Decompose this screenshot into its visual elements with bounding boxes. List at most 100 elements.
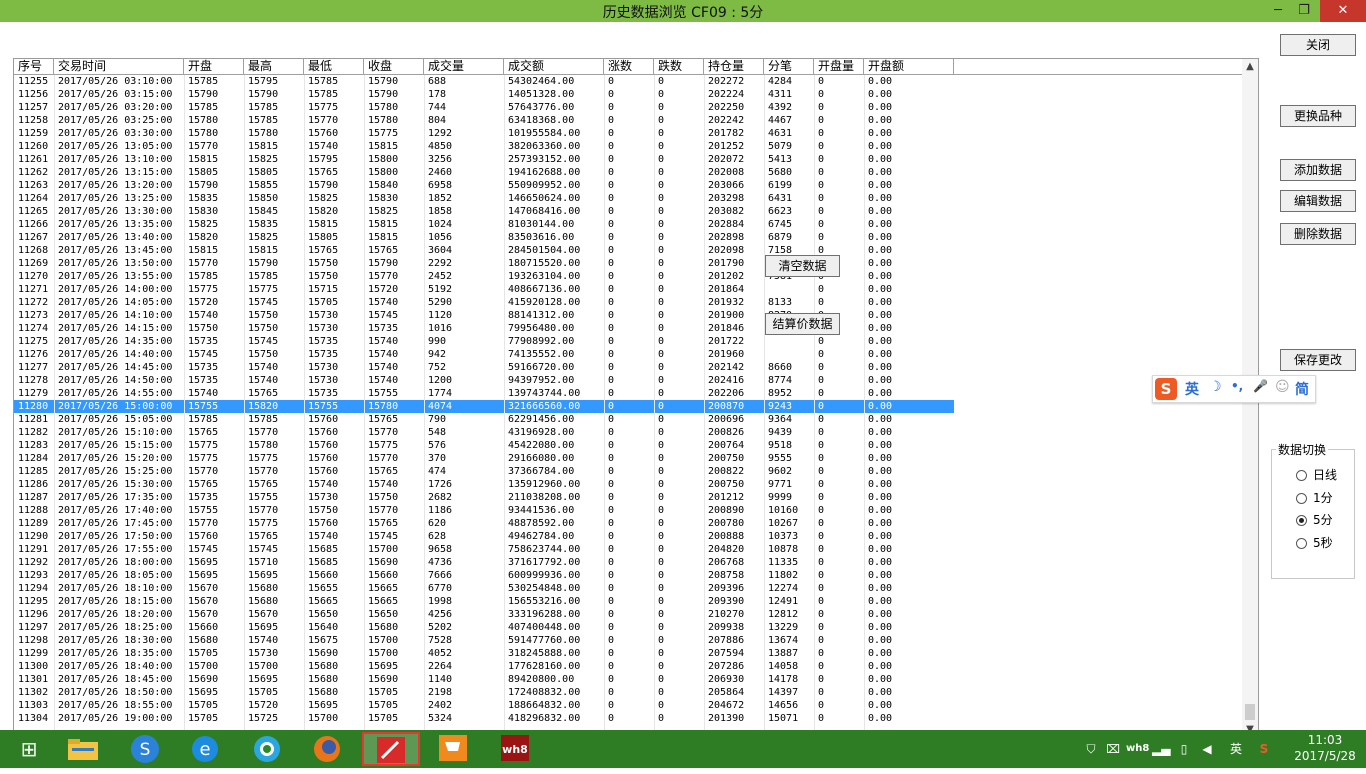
col-close-header[interactable]: 收盘 — [364, 59, 424, 74]
signal-icon[interactable]: ▂▄ — [1152, 730, 1170, 768]
battery-icon[interactable]: ▯ — [1176, 730, 1192, 768]
delete-data-button[interactable]: 删除数据 — [1280, 223, 1356, 245]
table-row[interactable]: 11261 2017/05/26 13:10:00 15815 15825 15795 1… — [14, 153, 954, 166]
clear-data-button[interactable]: 清空数据 — [765, 255, 840, 277]
table-row[interactable]: 11264 2017/05/26 13:25:00 15835 15850 15825 1… — [14, 192, 954, 205]
sogou-tray-icon[interactable]: S — [1254, 730, 1274, 768]
sogou-logo-icon[interactable]: S — [1155, 378, 1177, 400]
table-row[interactable]: 11302 2017/05/26 18:50:00 15695 15705 15680 1… — [14, 686, 954, 699]
table-row[interactable]: 11290 2017/05/26 17:50:00 15760 15765 15740 1… — [14, 530, 954, 543]
radio-button-icon[interactable] — [1296, 538, 1307, 549]
punctuation-icon[interactable]: •, — [1231, 379, 1243, 393]
table-row[interactable]: 11282 2017/05/26 15:10:00 15765 15770 15760 1… — [14, 426, 954, 439]
col-amount-header[interactable]: 成交额 — [504, 59, 604, 74]
wh8-tray-icon[interactable]: wh8 — [1126, 730, 1149, 768]
table-row[interactable]: 11255 2017/05/26 03:10:00 15785 15795 15785 1… — [14, 75, 954, 88]
table-row[interactable]: 11298 2017/05/26 18:30:00 15680 15740 15675 1… — [14, 634, 954, 647]
scrollbar-thumb[interactable] — [1245, 704, 1255, 720]
table-row[interactable]: 11256 2017/05/26 03:15:00 15790 15790 15785 1… — [14, 88, 954, 101]
file-explorer-icon[interactable] — [54, 732, 112, 766]
col-open-amount-header[interactable]: 开盘额 — [864, 59, 954, 74]
col-volume-header[interactable]: 成交量 — [424, 59, 504, 74]
table-row[interactable]: 11279 2017/05/26 14:55:00 15740 15765 15735 1… — [14, 387, 954, 400]
clock[interactable]: 11:03 2017/5/28 — [1288, 732, 1362, 764]
table-row[interactable]: 11262 2017/05/26 13:15:00 15805 15805 15765 1… — [14, 166, 954, 179]
radio-button-icon[interactable] — [1296, 493, 1307, 504]
radio-button-icon[interactable] — [1296, 515, 1307, 526]
table-row[interactable]: 11287 2017/05/26 17:35:00 15735 15755 15730 1… — [14, 491, 954, 504]
radio-button-icon[interactable] — [1296, 470, 1307, 481]
radio-option[interactable]: 5分 — [1296, 513, 1333, 527]
scroll-up-arrow-icon[interactable]: ▲ — [1242, 59, 1258, 75]
maximize-button[interactable]: ❐ — [1288, 0, 1320, 22]
table-row[interactable]: 11260 2017/05/26 13:05:00 15770 15815 15740 1… — [14, 140, 954, 153]
table-row[interactable]: 11293 2017/05/26 18:05:00 15695 15695 15660 1… — [14, 569, 954, 582]
table-row[interactable]: 11263 2017/05/26 13:20:00 15790 15855 15790 1… — [14, 179, 954, 192]
table-row[interactable]: 11301 2017/05/26 18:45:00 15690 15695 15680 1… — [14, 673, 954, 686]
table-row[interactable]: 11288 2017/05/26 17:40:00 15755 15770 15750 1… — [14, 504, 954, 517]
table-row[interactable]: 11289 2017/05/26 17:45:00 15770 15775 15760 1… — [14, 517, 954, 530]
save-changes-button[interactable]: 保存更改 — [1280, 349, 1356, 371]
table-row[interactable]: 11281 2017/05/26 15:05:00 15785 15785 15760 1… — [14, 413, 954, 426]
volume-icon[interactable]: ◀ — [1198, 730, 1216, 768]
table-row[interactable]: 11267 2017/05/26 13:40:00 15820 15825 15805 1… — [14, 231, 954, 244]
table-row[interactable]: 11258 2017/05/26 03:25:00 15780 15785 15770 1… — [14, 114, 954, 127]
wh8-app-icon[interactable]: wh8 — [486, 732, 544, 766]
browser-360-icon[interactable] — [238, 732, 296, 766]
table-row[interactable]: 11303 2017/05/26 18:55:00 15705 15720 15695 1… — [14, 699, 954, 712]
sogou-browser-icon[interactable]: S — [116, 732, 174, 766]
ime-simplified-toggle[interactable]: 简 — [1295, 379, 1309, 399]
ime-lang-toggle[interactable]: 英 — [1185, 379, 1199, 399]
radio-option[interactable]: 1分 — [1296, 491, 1333, 505]
shopping-icon[interactable] — [424, 732, 482, 766]
change-symbol-button[interactable]: 更换品种 — [1280, 105, 1356, 127]
history-data-grid[interactable]: 序号 交易时间 开盘 最高 最低 收盘 成交量 成交额 涨数 跌数 持仓量 分笔 开盘量 开盘额 1125… — [13, 58, 1259, 739]
network-device-icon[interactable]: ⌧ — [1104, 730, 1122, 768]
internet-explorer-icon[interactable]: e — [176, 732, 234, 766]
col-index-header[interactable]: 序号 — [14, 59, 54, 74]
firefox-icon[interactable] — [298, 732, 356, 766]
table-row[interactable]: 11283 2017/05/26 15:15:00 15775 15780 15760 1… — [14, 439, 954, 452]
col-high-header[interactable]: 最高 — [244, 59, 304, 74]
table-row[interactable]: 11259 2017/05/26 03:30:00 15780 15780 15760 1… — [14, 127, 954, 140]
table-row[interactable]: 11299 2017/05/26 18:35:00 15705 15730 15690 1… — [14, 647, 954, 660]
table-row[interactable]: 11280 2017/05/26 15:00:00 15755 15820 15755 1… — [14, 400, 954, 413]
col-up-header[interactable]: 涨数 — [604, 59, 654, 74]
table-row[interactable]: 11265 2017/05/26 13:30:00 15830 15845 15820 1… — [14, 205, 954, 218]
table-row[interactable]: 11284 2017/05/26 15:20:00 15775 15775 15760 1… — [14, 452, 954, 465]
trading-app-icon[interactable] — [362, 732, 420, 766]
ime-toolbar[interactable]: S 英 ☽ •, 🎤 ☺ 简 — [1152, 375, 1316, 403]
table-row[interactable]: 11292 2017/05/26 18:00:00 15695 15710 15685 1… — [14, 556, 954, 569]
close-button[interactable]: 关闭 — [1280, 34, 1356, 56]
col-open-interest-header[interactable]: 持仓量 — [704, 59, 764, 74]
windows-start-icon[interactable]: ⊞ — [0, 732, 58, 766]
table-row[interactable]: 11257 2017/05/26 03:20:00 15785 15785 15775 1… — [14, 101, 954, 114]
user-icon[interactable]: ☺ — [1275, 379, 1290, 395]
table-row[interactable]: 11286 2017/05/26 15:30:00 15765 15765 15740 1… — [14, 478, 954, 491]
edit-data-button[interactable]: 编辑数据 — [1280, 190, 1356, 212]
table-row[interactable]: 11294 2017/05/26 18:10:00 15670 15680 15655 1… — [14, 582, 954, 595]
table-row[interactable]: 11285 2017/05/26 15:25:00 15770 15770 15760 1… — [14, 465, 954, 478]
table-row[interactable]: 11275 2017/05/26 14:35:00 15735 15745 15735 1… — [14, 335, 954, 348]
microphone-icon[interactable]: 🎤 — [1253, 379, 1268, 393]
table-row[interactable]: 11271 2017/05/26 14:00:00 15775 15775 15715 1… — [14, 283, 954, 296]
col-ticks-header[interactable]: 分笔 — [764, 59, 814, 74]
table-row[interactable]: 11272 2017/05/26 14:05:00 15720 15745 15705 1… — [14, 296, 954, 309]
table-row[interactable]: 11276 2017/05/26 14:40:00 15745 15750 15735 1… — [14, 348, 954, 361]
settlement-data-button[interactable]: 结算价数据 — [765, 313, 840, 335]
col-open-qty-header[interactable]: 开盘量 — [814, 59, 864, 74]
table-row[interactable]: 11297 2017/05/26 18:25:00 15660 15695 15640 1… — [14, 621, 954, 634]
table-row[interactable]: 11277 2017/05/26 14:45:00 15735 15740 15730 1… — [14, 361, 954, 374]
col-open-header[interactable]: 开盘 — [184, 59, 244, 74]
moon-icon[interactable]: ☽ — [1209, 379, 1222, 395]
close-window-button[interactable]: ✕ — [1320, 0, 1366, 22]
shield-icon[interactable]: ⛉ — [1082, 730, 1100, 768]
radio-option[interactable]: 日线 — [1296, 468, 1337, 482]
table-row[interactable]: 11266 2017/05/26 13:35:00 15825 15835 15815 1… — [14, 218, 954, 231]
add-data-button[interactable]: 添加数据 — [1280, 159, 1356, 181]
col-down-header[interactable]: 跌数 — [654, 59, 704, 74]
table-row[interactable]: 11295 2017/05/26 18:15:00 15670 15680 15665 1… — [14, 595, 954, 608]
input-language-indicator[interactable]: 英 — [1226, 730, 1246, 768]
table-row[interactable]: 11278 2017/05/26 14:50:00 15735 15740 15730 1… — [14, 374, 954, 387]
table-row[interactable]: 11304 2017/05/26 19:00:00 15705 15725 15700 1… — [14, 712, 954, 725]
